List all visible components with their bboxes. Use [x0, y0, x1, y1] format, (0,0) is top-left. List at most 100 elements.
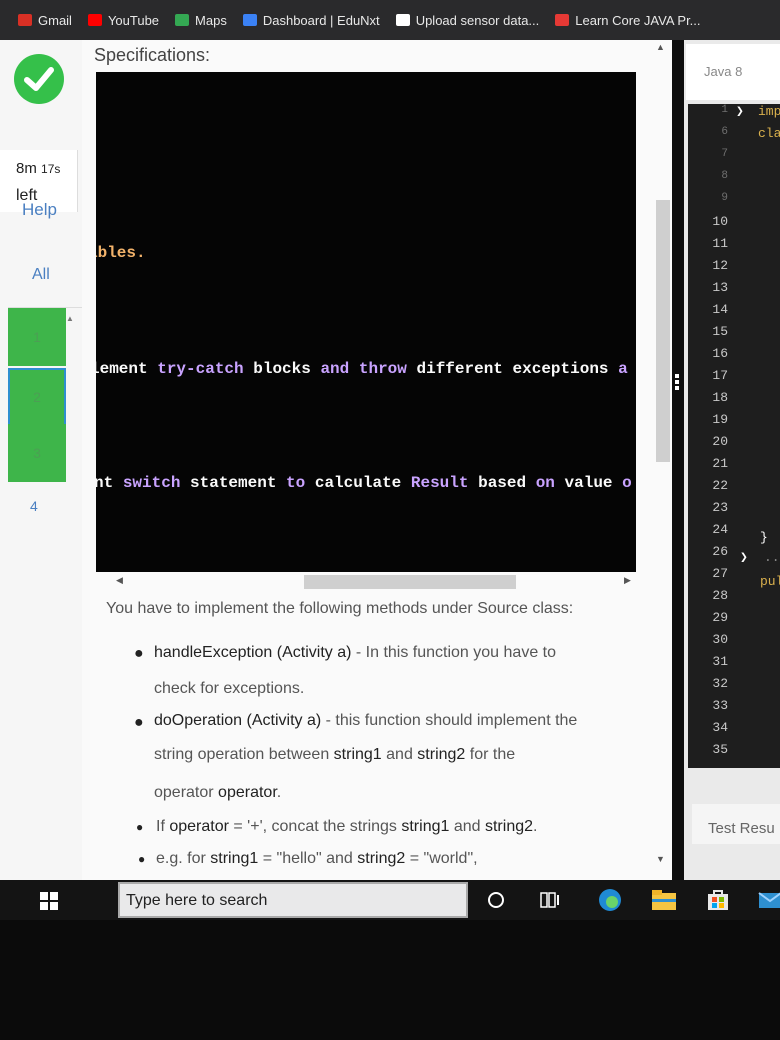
code-token: calculate	[305, 474, 411, 492]
code-line-2: lement try-catch blocks and throw differ…	[96, 360, 628, 378]
method-do-operation: doOperation (Activity a) - this function…	[154, 712, 578, 729]
help-link[interactable]: Help	[8, 190, 82, 258]
completed-check-icon	[14, 54, 64, 104]
question-1-button[interactable]: 1	[8, 308, 66, 366]
method-handle-exception-desc: check for exceptions.	[154, 680, 305, 697]
line-number: 17	[712, 368, 728, 383]
bookmark-maps[interactable]: Maps	[175, 13, 227, 28]
bullet-icon: ●	[136, 820, 144, 834]
code-token: try-catch	[157, 360, 244, 378]
line-number: 16	[712, 346, 728, 361]
edge-browser-icon[interactable]	[596, 886, 624, 914]
line-number: 19	[712, 412, 728, 427]
code-token: blocks	[243, 360, 321, 378]
bookmark-label: YouTube	[107, 12, 160, 28]
bullet-icon: ●	[134, 714, 144, 731]
cortana-icon[interactable]	[482, 886, 510, 914]
code-fragment-ellipsis: ...	[764, 550, 780, 565]
line-number: 15	[712, 324, 728, 339]
line-number: 29	[712, 610, 728, 625]
line-number: 12	[712, 258, 728, 273]
code-token: Result	[410, 474, 469, 492]
line-number: 11	[712, 236, 728, 251]
bookmark-label: Gmail	[38, 12, 72, 28]
line-number: 14	[712, 302, 728, 317]
code-editor-panel: Java 8 ❯ imp cla } ❯ ... pul 16789101112…	[684, 40, 780, 880]
panel-resize-handle[interactable]	[674, 372, 680, 392]
code-snippet-block: ables. lement try-catch blocks and throw…	[96, 72, 636, 572]
fold-arrow-icon[interactable]: ❯	[740, 550, 748, 565]
language-selector[interactable]: Java 8	[686, 44, 780, 100]
method-handle-exception: handleException (Activity a) - In this f…	[154, 644, 556, 661]
code-token: based	[468, 474, 536, 492]
bookmarks-bar: Gmail YouTube Maps Dashboard | EduNxt Upload…	[0, 0, 780, 40]
line-number: 10	[712, 214, 728, 229]
bookmark-java-course[interactable]: Learn Core JAVA Pr...	[555, 13, 701, 28]
code-token: to	[286, 474, 306, 492]
bookmark-edunxt[interactable]: Dashboard | EduNxt	[242, 13, 380, 28]
line-number: 13	[712, 280, 728, 295]
page-title: Specifications:	[94, 45, 211, 65]
code-fragment-public: pul	[760, 574, 780, 589]
bookmark-label: Upload sensor data...	[415, 12, 540, 28]
bullet-icon: ●	[138, 852, 146, 866]
line-number: 33	[712, 698, 728, 713]
line-number: 24	[712, 522, 728, 537]
code-token: switch	[122, 474, 181, 492]
bullet-icon: ●	[134, 645, 144, 662]
bookmark-gmail[interactable]: Gmail	[18, 13, 72, 28]
windows-start-icon[interactable]	[40, 892, 58, 910]
scroll-up-icon[interactable]: ▲	[656, 42, 665, 52]
scroll-left-icon[interactable]: ◀	[116, 575, 123, 586]
code-token: value	[554, 474, 623, 492]
fold-arrow-icon[interactable]: ❯	[736, 104, 744, 119]
maps-icon	[175, 14, 190, 26]
line-number: 32	[712, 676, 728, 691]
task-view-icon[interactable]	[536, 886, 564, 914]
timer-value: 8m	[16, 160, 37, 177]
code-line-3: nt switch statement to calculate Result …	[96, 474, 632, 492]
code-token: and	[320, 360, 350, 378]
question-2-button[interactable]: 2	[8, 368, 66, 426]
line-number: 20	[712, 434, 728, 449]
edunxt-icon	[242, 14, 257, 26]
line-number: 34	[712, 720, 728, 735]
mail-icon[interactable]	[756, 886, 780, 914]
code-token: o	[622, 474, 632, 492]
code-token: on	[535, 474, 555, 492]
sidebar-scroll-up-icon[interactable]: ▲	[66, 314, 74, 323]
all-questions-link[interactable]: All	[8, 264, 82, 308]
line-number: 7	[721, 148, 728, 160]
java-course-icon	[555, 14, 570, 26]
method-do-operation-desc-2: operator operator.	[154, 784, 282, 801]
specification-panel: Specifications: ▲ ▼ ables. lement try-ca…	[82, 40, 672, 880]
bookmark-youtube[interactable]: YouTube	[87, 12, 160, 28]
bookmark-label: Maps	[195, 12, 227, 28]
code-fragment-brace: }	[760, 530, 768, 545]
scroll-down-icon[interactable]: ▼	[656, 854, 665, 864]
vertical-scrollbar[interactable]	[656, 200, 670, 462]
line-number: 1	[721, 104, 728, 116]
question-4-button[interactable]: 4	[30, 498, 38, 514]
code-token: statement	[180, 474, 287, 492]
test-results-tab[interactable]: Test Resu	[692, 804, 780, 844]
question-3-button[interactable]: 3	[8, 424, 66, 482]
microsoft-store-icon[interactable]	[704, 886, 732, 914]
code-token: throw	[358, 360, 407, 378]
code-token: a	[618, 360, 628, 378]
horizontal-scrollbar[interactable]: ◀ ▶	[104, 573, 634, 591]
code-token: lement	[96, 360, 158, 378]
sub-bullet-concat: If operator = '+', concat the strings st…	[156, 818, 538, 835]
line-number: 26	[712, 544, 728, 559]
editor-gutter[interactable]: ❯ imp cla } ❯ ... pul 167891011121314151…	[688, 104, 780, 768]
line-number: 18	[712, 390, 728, 405]
screen: Gmail YouTube Maps Dashboard | EduNxt Upload…	[0, 0, 780, 1040]
taskbar-search-input[interactable]: Type here to search	[118, 882, 468, 918]
bookmark-sensor[interactable]: Upload sensor data...	[395, 12, 540, 28]
scroll-right-icon[interactable]: ▶	[624, 575, 631, 586]
line-number: 35	[712, 742, 728, 757]
instructions-intro: You have to implement the following meth…	[106, 600, 574, 617]
file-explorer-icon[interactable]	[650, 886, 678, 914]
horizontal-scroll-thumb[interactable]	[304, 575, 516, 589]
